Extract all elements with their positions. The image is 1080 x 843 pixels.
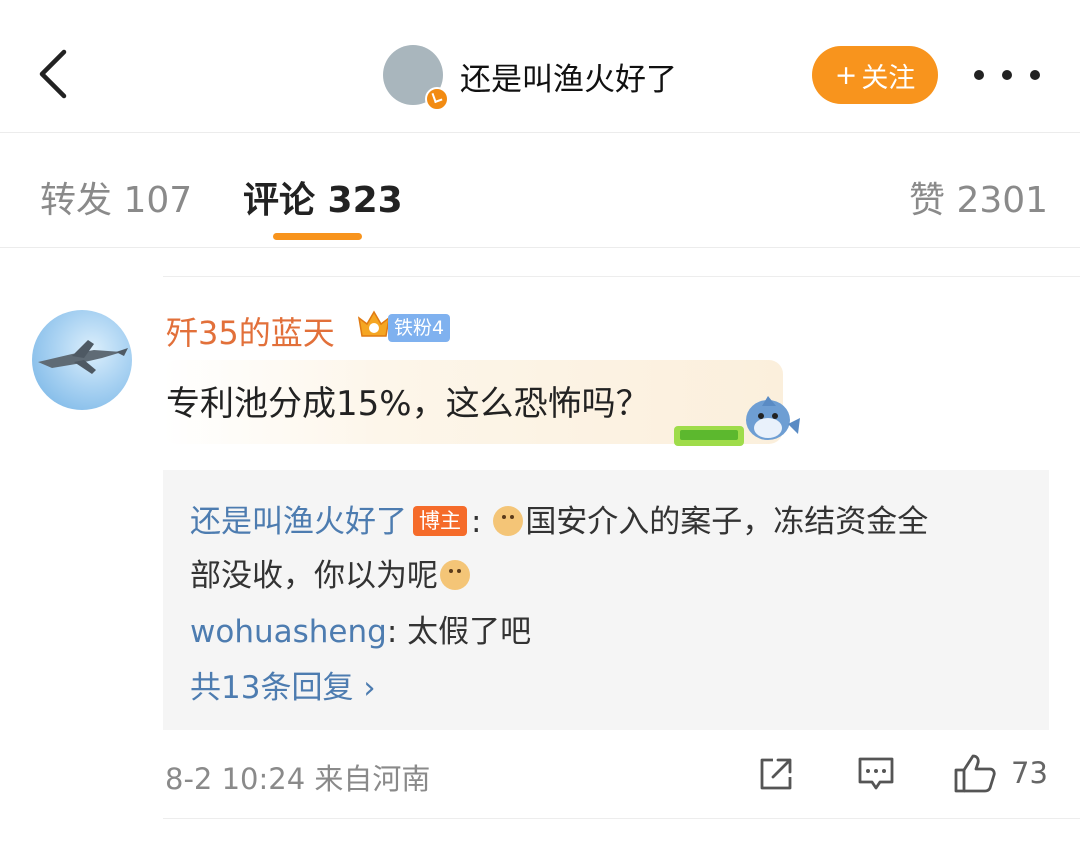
tab-reposts[interactable]: 转发 107 — [40, 171, 192, 223]
share-icon[interactable] — [757, 755, 795, 793]
reply-author[interactable]: wohuasheng — [190, 614, 387, 650]
colon: : — [471, 504, 482, 540]
dot-icon — [974, 70, 984, 80]
tab-comments[interactable]: 评论 323 — [243, 171, 403, 223]
reply-author[interactable]: 还是叫渔火好了 — [190, 504, 407, 540]
comment-icon[interactable] — [857, 756, 895, 792]
dot-icon — [1002, 70, 1012, 80]
doge-emoji-icon — [440, 560, 470, 590]
comment-text: 专利池分成15%，这么恐怖吗？ — [166, 384, 650, 424]
view-all-replies-link[interactable]: 共13条回复 › — [190, 662, 376, 707]
tab-likes[interactable]: 赞 2301 — [909, 171, 1048, 223]
replies-box[interactable]: 还是叫渔火好了 博主: 国安介入的案子，冻结资金全 部没收，你以为呢 wohuas… — [163, 470, 1049, 730]
plus-icon: + — [834, 59, 858, 91]
verified-icon — [425, 87, 449, 111]
jet-icon — [38, 340, 128, 374]
more-options-button[interactable] — [974, 60, 1040, 90]
top-bar: 还是叫渔火好了 + 关注 — [0, 0, 1080, 133]
crown-icon — [357, 310, 391, 337]
follow-label: 关注 — [861, 62, 916, 94]
back-button[interactable] — [30, 44, 80, 104]
divider — [163, 818, 1080, 819]
dot-icon — [1030, 70, 1040, 80]
chevron-left-icon — [39, 49, 67, 99]
doge-emoji-icon — [493, 506, 524, 536]
follow-button[interactable]: + 关注 — [812, 46, 938, 104]
owner-badge: 博主 — [413, 506, 467, 536]
reply-item: wohuasheng: 太假了吧 — [190, 606, 531, 651]
commenter-avatar[interactable] — [32, 310, 132, 410]
divider — [163, 276, 1080, 277]
reply-item: 还是叫渔火好了 博主: 国安介入的案子，冻结资金全 — [190, 496, 928, 541]
reply-text: 部没收，你以为呢 — [190, 558, 438, 594]
tab-bar: 转发 107 评论 323 赞 2301 — [0, 133, 1080, 248]
blogger-name[interactable]: 还是叫渔火好了 — [460, 54, 677, 99]
thumbs-up-icon[interactable] — [953, 752, 997, 794]
reply-text-continuation: 部没收，你以为呢 — [190, 550, 472, 595]
reply-text: 国安介入的案子，冻结资金全 — [525, 504, 929, 540]
shark-sticker-icon — [674, 396, 800, 446]
like-count: 73 — [1011, 756, 1048, 790]
fan-level-badge: 铁粉4 — [388, 314, 451, 342]
reply-text: : 太假了吧 — [386, 614, 532, 650]
comment-meta: 8-2 10:24 来自河南 — [165, 762, 431, 796]
tab-indicator — [273, 233, 362, 240]
commenter-name[interactable]: 歼35的蓝天 — [166, 308, 335, 354]
